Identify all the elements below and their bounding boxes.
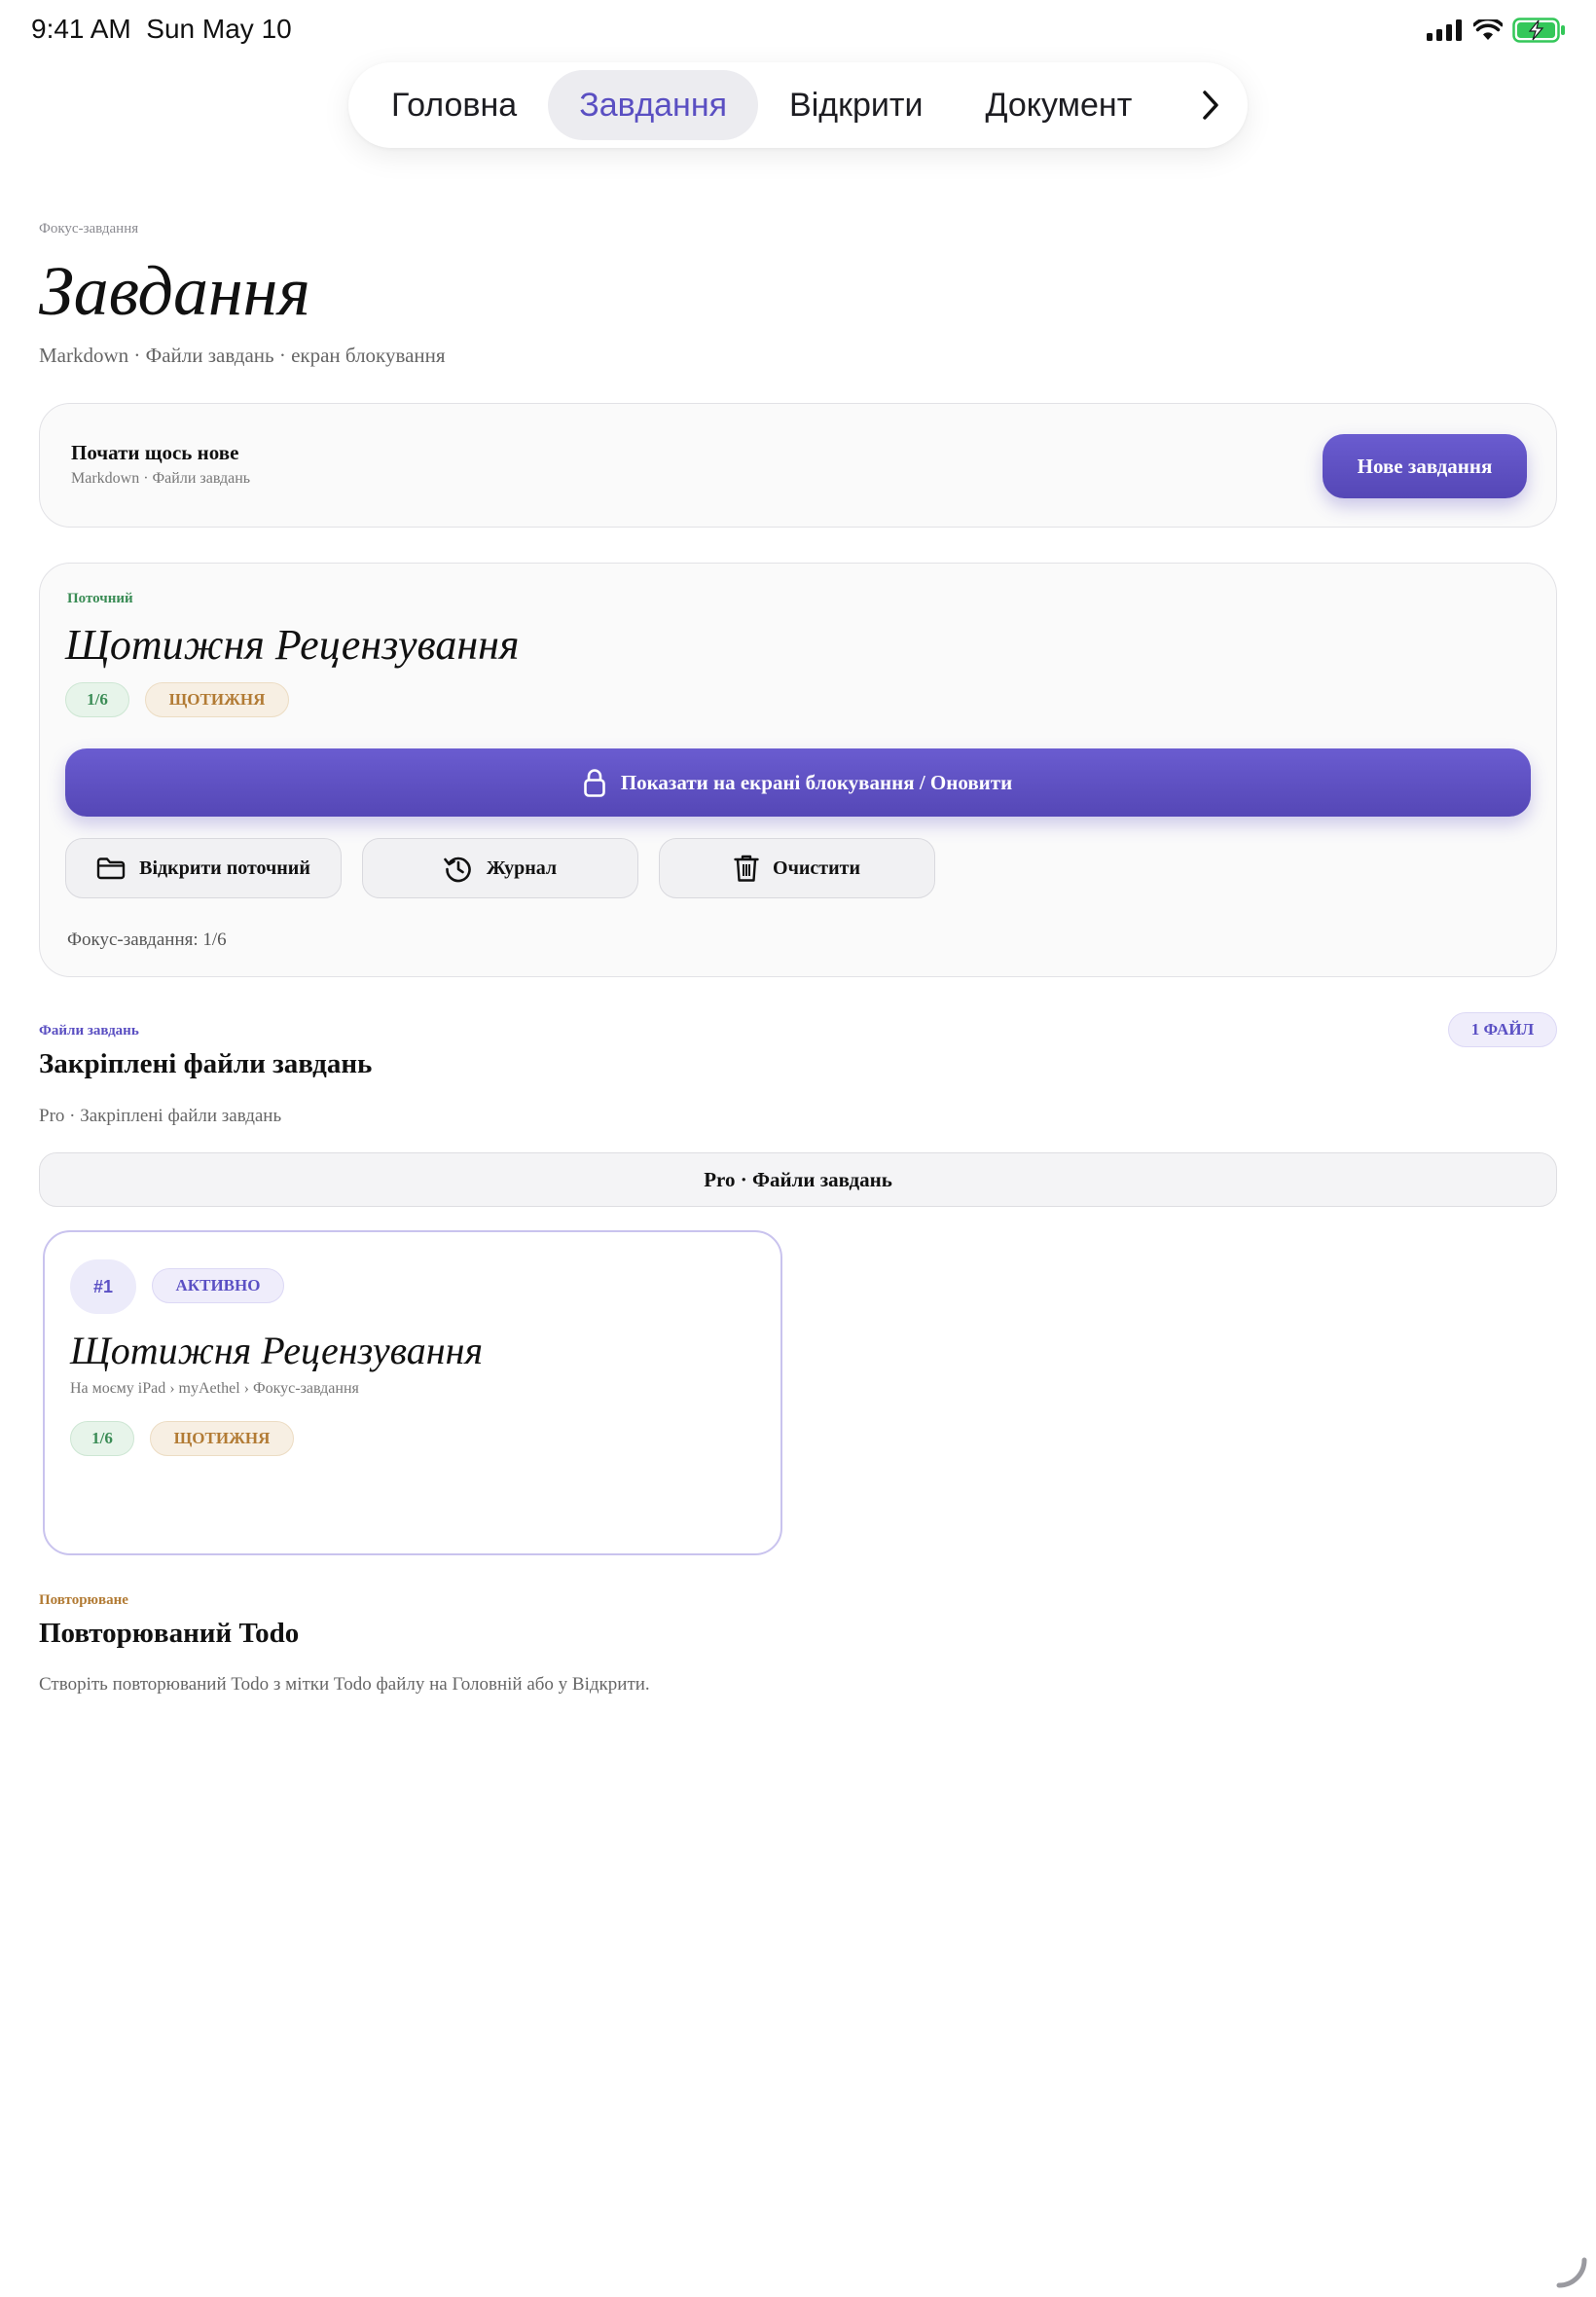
top-tab-bar: Головна Завдання Відкрити Документ <box>348 62 1248 148</box>
task-files-subtitle: Pro · Закріплені файли завдань <box>39 1106 282 1126</box>
recurring-description: Створіть повторюваний Todo з мітки Todo … <box>39 1674 650 1695</box>
recurring-title: Повторюваний Todo <box>39 1618 300 1649</box>
status-date: Sun May 10 <box>146 14 292 44</box>
tab-tasks[interactable]: Завдання <box>548 70 759 140</box>
new-task-subtitle: Markdown · Файли завдань <box>71 470 251 487</box>
pro-task-files-button[interactable]: Pro · Файли завдань <box>39 1152 1557 1207</box>
new-task-card: Почати щось нове Markdown · Файли завдан… <box>39 403 1557 528</box>
task-file-card[interactable]: #1 АКТИВНО Щотижня Рецензування На моєму… <box>43 1230 782 1555</box>
folder-icon <box>96 857 126 880</box>
page-eyebrow: Фокус-завдання <box>39 221 139 237</box>
file-status-badge: АКТИВНО <box>152 1268 284 1303</box>
resize-handle-icon[interactable] <box>1555 2256 1588 2289</box>
chevron-right-icon <box>1203 91 1218 120</box>
task-files-eyebrow: Файли завдань <box>39 1023 139 1039</box>
page-title: Завдання <box>39 252 310 330</box>
log-label: Журнал <box>486 857 558 879</box>
open-current-button[interactable]: Відкрити поточний <box>65 838 342 898</box>
history-clock-icon <box>444 857 471 883</box>
new-task-title: Почати щось нове <box>71 441 239 464</box>
file-count-badge: 1 ФАЙЛ <box>1448 1012 1557 1047</box>
recurring-eyebrow: Повторюване <box>39 1592 128 1608</box>
current-footer: Фокус-завдання: 1/6 <box>67 930 227 950</box>
tab-document[interactable]: Документ <box>954 70 1163 140</box>
new-task-button[interactable]: Нове завдання <box>1323 434 1527 498</box>
open-current-label: Відкрити поточний <box>139 857 310 879</box>
battery-charging-icon <box>1512 18 1565 43</box>
file-recurrence-chip: ЩОТИЖНЯ <box>150 1421 294 1456</box>
task-files-title: Закріплені файли завдань <box>39 1048 373 1079</box>
tabs-more-button[interactable] <box>1185 70 1236 140</box>
recurrence-chip: ЩОТИЖНЯ <box>145 682 289 717</box>
tab-home[interactable]: Головна <box>360 70 548 140</box>
status-clock: 9:41 AM Sun May 10 <box>31 14 292 45</box>
lock-icon <box>584 769 605 797</box>
file-path: На моєму iPad › myAethel › Фокус-завданн… <box>70 1380 359 1397</box>
file-number-badge: #1 <box>70 1259 136 1314</box>
lock-screen-button-label: Показати на екрані блокування / Оновити <box>620 770 1013 794</box>
current-task-card: Поточний Щотижня Рецензування 1/6 ЩОТИЖН… <box>39 563 1557 977</box>
log-button[interactable]: Журнал <box>362 838 638 898</box>
trash-icon <box>734 855 759 882</box>
clear-label: Очистити <box>773 857 860 879</box>
lock-screen-button[interactable]: Показати на екрані блокування / Оновити <box>65 748 1531 817</box>
current-task-title: Щотижня Рецензування <box>65 621 520 669</box>
cellular-signal-icon <box>1427 19 1462 41</box>
progress-chip: 1/6 <box>65 682 129 717</box>
tab-open[interactable]: Відкрити <box>758 70 954 140</box>
status-icons <box>1427 18 1567 43</box>
current-eyebrow: Поточний <box>67 591 133 606</box>
page-subtitle: Markdown · Файли завдань · екран блокува… <box>39 344 446 367</box>
wifi-icon <box>1473 19 1503 40</box>
file-title: Щотижня Рецензування <box>70 1329 484 1372</box>
file-progress-chip: 1/6 <box>70 1421 134 1456</box>
status-bar: 9:41 AM Sun May 10 <box>0 0 1596 62</box>
status-time: 9:41 AM <box>31 14 131 44</box>
clear-button[interactable]: Очистити <box>659 838 935 898</box>
